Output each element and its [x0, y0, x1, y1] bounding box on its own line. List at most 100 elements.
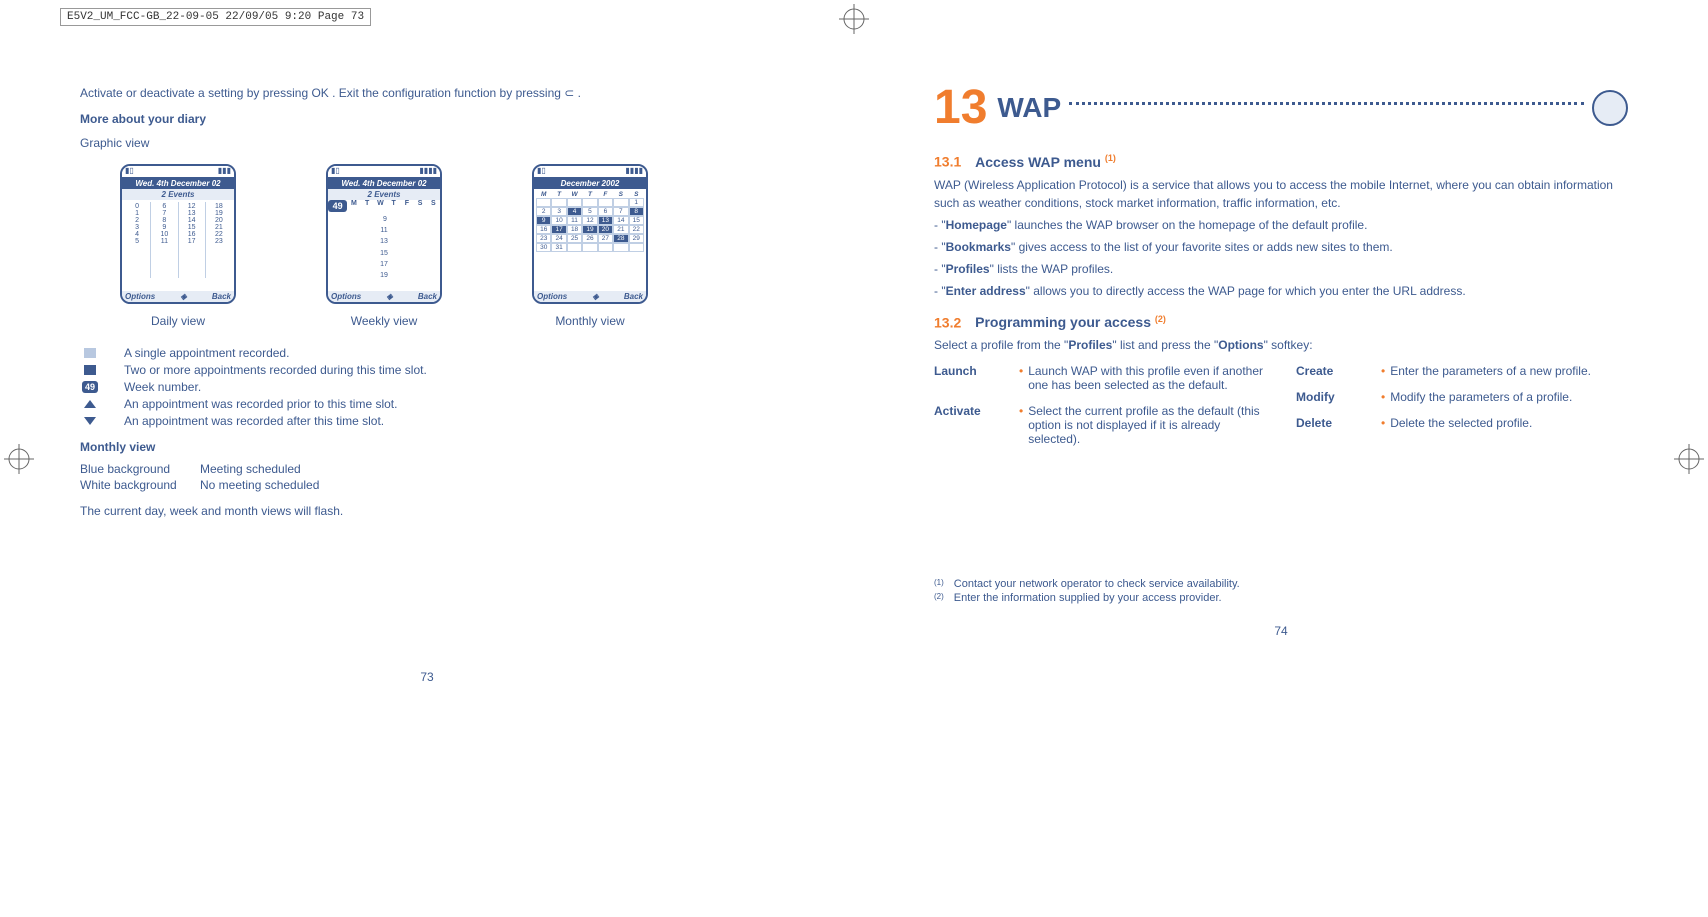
item-homepage: - "Homepage" launches the WAP browser on…: [934, 216, 1628, 234]
opt-modify-label: Modify: [1296, 390, 1376, 404]
white-bg-label: White background: [80, 478, 200, 492]
arrow-up-icon: [80, 398, 100, 410]
crop-mark-left: [4, 444, 34, 474]
blue-bg-label: Blue background: [80, 462, 200, 476]
daily-body: 012345 67891011 121314151617 18192021222…: [122, 200, 234, 280]
weekly-back: Back: [418, 292, 437, 301]
white-bg-value: No meeting scheduled: [200, 478, 319, 492]
legend-prior: An appointment was recorded prior to thi…: [124, 397, 397, 411]
legend-single: A single appointment recorded.: [124, 346, 289, 360]
legend-week-no: Week number.: [124, 380, 201, 394]
opt-create-label: Create: [1296, 364, 1376, 378]
sec-13-1-no: 13.1: [934, 154, 961, 170]
daily-back: Back: [212, 292, 231, 301]
bullet-icon: •: [1019, 404, 1023, 446]
daily-view-screen: ▮▯ ▮▮▮ Wed. 4th December 02 2 Events 0123…: [120, 164, 236, 304]
weekly-sub: 2 Events: [328, 189, 440, 200]
battery-icon: ▮▯: [125, 166, 134, 177]
bullet-icon: •: [1381, 364, 1385, 378]
weekly-body: 91113151719: [328, 212, 440, 296]
monthly-view-label: Monthly view: [532, 314, 648, 328]
print-header: E5V2_UM_FCC-GB_22-09-05 22/09/05 9:20 Pa…: [60, 8, 371, 26]
globe-icon: [1592, 90, 1628, 126]
page-number-right: 74: [934, 624, 1628, 638]
chapter-number: 13: [934, 80, 987, 135]
graphic-view-label: Graphic view: [80, 134, 774, 152]
blue-bg-value: Meeting scheduled: [200, 462, 301, 476]
flash-text: The current day, week and month views wi…: [80, 502, 774, 520]
weekly-options: Options: [331, 292, 361, 301]
sec-13-1-title: Access WAP menu: [975, 154, 1101, 170]
arrow-down-icon: [80, 415, 100, 427]
single-appt-icon: [80, 347, 100, 359]
weekly-title: Wed. 4th December 02: [328, 178, 440, 189]
daily-view-col: ▮▯ ▮▮▮ Wed. 4th December 02 2 Events 0123…: [120, 164, 236, 328]
nav-icon: ◈: [386, 292, 392, 301]
options-col-right: Create • Enter the parameters of a new pro…: [1296, 364, 1628, 458]
views-row: ▮▯ ▮▮▮ Wed. 4th December 02 2 Events 0123…: [120, 164, 774, 328]
options-col-left: Launch•Launch WAP with this profile even…: [934, 364, 1266, 458]
footnote-ref-2: (2): [1155, 314, 1166, 324]
chapter-title: WAP: [997, 92, 1061, 124]
opt-delete-desc: Delete the selected profile.: [1390, 416, 1532, 430]
fn1-num: (1): [934, 578, 944, 590]
opt-create-desc: Enter the parameters of a new profile.: [1390, 364, 1591, 378]
opt-delete-label: Delete: [1296, 416, 1376, 430]
nav-icon: ◈: [592, 292, 598, 301]
monthly-options: Options: [537, 292, 567, 301]
footnotes: (1) Contact your network operator to chec…: [934, 578, 1628, 604]
legend-list: A single appointment recorded. Two or mo…: [80, 346, 774, 428]
item-profiles: - "Profiles" lists the WAP profiles.: [934, 260, 1628, 278]
dotted-rule: [1069, 102, 1584, 105]
legend-multi: Two or more appointments recorded during…: [124, 363, 427, 377]
monthly-back: Back: [624, 292, 643, 301]
monthly-view-screen: ▮▯ ▮▮▮▮ December 2002 MTWTFSS 1 2345678 9…: [532, 164, 648, 304]
bullet-icon: •: [1019, 364, 1023, 392]
more-about-diary-title: More about your diary: [80, 110, 774, 128]
opt-launch-desc: Launch WAP with this profile even if ano…: [1028, 364, 1266, 392]
bullet-icon: •: [1381, 390, 1385, 404]
weekly-view-label: Weekly view: [326, 314, 442, 328]
crop-mark-right: [1674, 444, 1704, 474]
fn2-num: (2): [934, 592, 944, 604]
page-left: Activate or deactivate a setting by pres…: [0, 60, 854, 684]
bullet-icon: •: [1381, 416, 1385, 430]
signal-icon: ▮▮▮▮: [625, 166, 643, 177]
nav-icon: ◈: [180, 292, 186, 301]
week-number-icon: 49: [80, 381, 100, 393]
daily-title: Wed. 4th December 02: [122, 178, 234, 189]
fn1-text: Contact your network operator to check s…: [954, 578, 1240, 590]
sec-13-2-title: Programming your access: [975, 314, 1151, 330]
monthly-view-title: Monthly view: [80, 438, 774, 456]
legend-after: An appointment was recorded after this t…: [124, 414, 384, 428]
daily-options: Options: [125, 292, 155, 301]
page-number-left: 73: [80, 670, 774, 684]
opt-activate-desc: Select the current profile as the defaul…: [1028, 404, 1266, 446]
monthly-title: December 2002: [534, 178, 646, 189]
daily-view-label: Daily view: [120, 314, 236, 328]
battery-icon: ▮▯: [331, 166, 340, 177]
page-right: 13 WAP 13.1 Access WAP menu (1) WAP (Wir…: [854, 60, 1708, 684]
week-badge: 49: [328, 200, 347, 212]
footnote-ref-1: (1): [1105, 153, 1116, 163]
monthly-view-col: ▮▯ ▮▮▮▮ December 2002 MTWTFSS 1 2345678 9…: [532, 164, 648, 328]
signal-icon: ▮▮▮: [218, 166, 231, 177]
opt-launch-label: Launch: [934, 364, 1014, 392]
opt-modify-desc: Modify the parameters of a profile.: [1390, 390, 1572, 404]
battery-icon: ▮▯: [537, 166, 546, 177]
multi-appt-icon: [80, 364, 100, 376]
chapter-header: 13 WAP: [934, 80, 1628, 135]
item-enter-address: - "Enter address" allows you to directly…: [934, 282, 1628, 300]
monthly-body: MTWTFSS 1 2345678 9101112131415 16171819…: [534, 189, 646, 273]
fn2-text: Enter the information supplied by your a…: [954, 592, 1222, 604]
section-13-2-head: 13.2 Programming your access (2): [934, 314, 1628, 331]
daily-sub: 2 Events: [122, 189, 234, 200]
signal-icon: ▮▮▮▮: [419, 166, 437, 177]
item-bookmarks: - "Bookmarks" gives access to the list o…: [934, 238, 1628, 256]
options-grid: Launch•Launch WAP with this profile even…: [934, 364, 1628, 458]
crop-mark-top: [839, 4, 869, 34]
weekly-view-screen: ▮▯▮▮▮▮ Wed. 4th December 02 2 Events 49M…: [326, 164, 442, 304]
opt-activate-label: Activate: [934, 404, 1014, 446]
wap-intro: WAP (Wireless Application Protocol) is a…: [934, 176, 1628, 212]
section-13-1-head: 13.1 Access WAP menu (1): [934, 153, 1628, 170]
